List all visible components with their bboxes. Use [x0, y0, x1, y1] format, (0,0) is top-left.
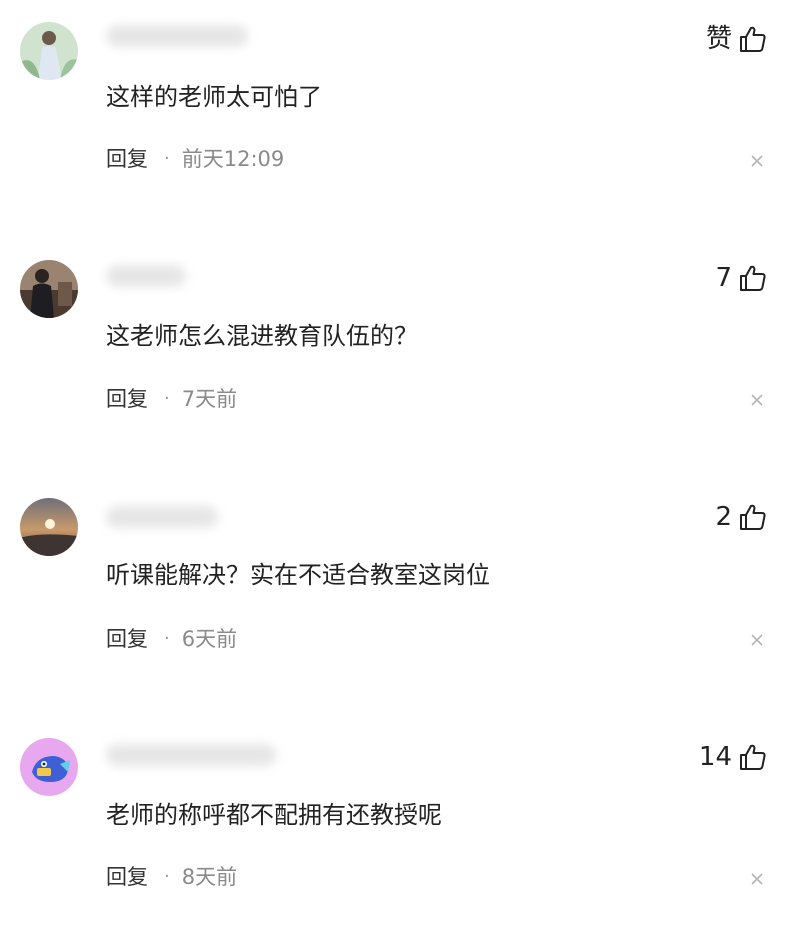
comment-text: 听课能解决？实在不适合教室这岗位: [106, 561, 490, 589]
like-button[interactable]: 7: [715, 261, 768, 295]
like-button[interactable]: 14: [699, 740, 768, 774]
thumbs-up-icon: [740, 504, 766, 530]
like-button[interactable]: 赞: [706, 22, 768, 56]
close-icon[interactable]: [750, 872, 764, 886]
comment-meta: 回复 · 7天前: [106, 384, 237, 414]
timestamp: 7天前: [181, 387, 238, 411]
avatar[interactable]: [20, 22, 78, 80]
like-count: 7: [715, 263, 732, 293]
comment-text: 这样的老师太可怕了: [106, 83, 322, 111]
separator-dot: ·: [164, 628, 170, 649]
avatar[interactable]: [20, 260, 78, 318]
reply-button[interactable]: 回复: [106, 384, 148, 414]
avatar[interactable]: [20, 498, 78, 556]
like-button[interactable]: 2: [715, 500, 768, 534]
like-count: 2: [715, 502, 732, 532]
reply-button[interactable]: 回复: [106, 624, 148, 654]
username[interactable]: [106, 25, 248, 47]
timestamp: 6天前: [181, 627, 238, 651]
comment-item: 7 这老师怎么混进教育队伍的？ 回复 · 7天前: [0, 240, 808, 470]
separator-dot: ·: [164, 148, 170, 169]
comment-meta: 回复 · 8天前: [106, 862, 237, 892]
thumbs-up-icon: [740, 26, 766, 52]
close-icon[interactable]: [750, 154, 764, 168]
comment-text: 这老师怎么混进教育队伍的？: [106, 322, 418, 350]
comment-meta: 回复 · 6天前: [106, 624, 237, 654]
close-icon[interactable]: [750, 633, 764, 647]
like-count: 赞: [705, 24, 732, 54]
comment-item: 14 老师的称呼都不配拥有还教授呢 回复 · 8天前: [0, 720, 808, 950]
comment-meta: 回复 · 前天12:09: [106, 144, 284, 174]
comment-text: 老师的称呼都不配拥有还教授呢: [106, 801, 442, 829]
thumbs-up-icon: [740, 265, 766, 291]
timestamp: 前天12:09: [181, 147, 285, 171]
thumbs-up-icon: [740, 744, 766, 770]
reply-button[interactable]: 回复: [106, 144, 148, 174]
reply-button[interactable]: 回复: [106, 862, 148, 892]
close-icon[interactable]: [750, 393, 764, 407]
username[interactable]: [106, 744, 276, 766]
username[interactable]: [106, 506, 218, 528]
timestamp: 8天前: [181, 865, 238, 889]
comment-item: 2 听课能解决？实在不适合教室这岗位 回复 · 6天前: [0, 480, 808, 710]
separator-dot: ·: [164, 388, 170, 409]
like-count: 14: [698, 742, 732, 772]
separator-dot: ·: [164, 866, 170, 887]
username[interactable]: [106, 265, 186, 287]
comment-item: 赞 这样的老师太可怕了 回复 · 前天12:09: [0, 0, 808, 230]
avatar[interactable]: [20, 738, 78, 796]
